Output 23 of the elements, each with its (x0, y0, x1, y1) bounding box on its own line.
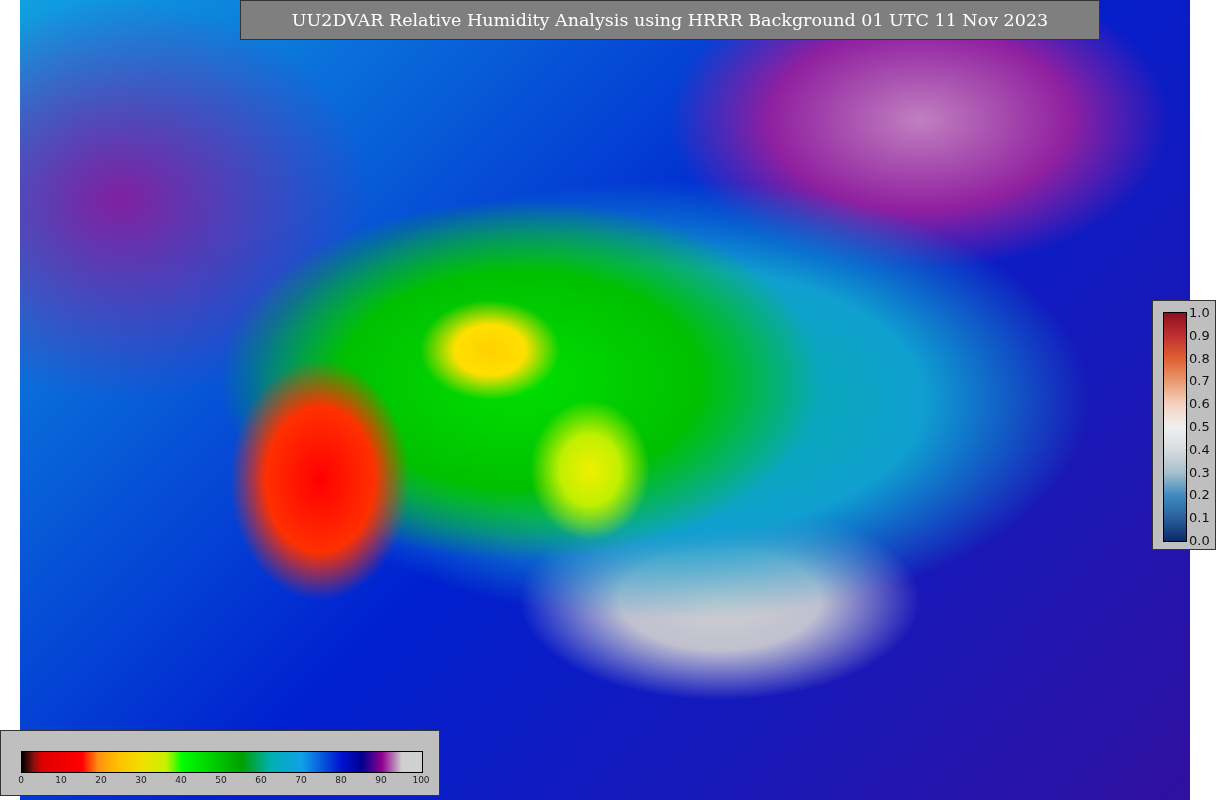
tick-label: 0.5 (1189, 418, 1210, 434)
tick-label: 60 (255, 775, 267, 785)
tick-label: 100 (412, 775, 430, 785)
tick-label: 20 (95, 775, 107, 785)
tick-label: 0.6 (1189, 395, 1210, 411)
tick-label: 0.1 (1189, 509, 1210, 525)
tick-label: 10 (55, 775, 67, 785)
tick-label: 30 (135, 775, 147, 785)
tick-label: 0.4 (1189, 441, 1210, 457)
tick-label: 0.8 (1189, 350, 1210, 366)
tick-label: 0.0 (1189, 532, 1210, 548)
tick-label: 50 (215, 775, 227, 785)
tick-label: 90 (375, 775, 387, 785)
tick-label: 0 (18, 775, 24, 785)
tick-label: 1.0 (1189, 304, 1210, 320)
tick-label: 0.7 (1189, 372, 1210, 388)
tick-label: 0.2 (1189, 486, 1210, 502)
tick-label: 0.3 (1189, 464, 1210, 480)
tick-label: 0.9 (1189, 327, 1210, 343)
tick-label: 80 (335, 775, 347, 785)
tick-label: 70 (295, 775, 307, 785)
tick-label: 40 (175, 775, 187, 785)
map-title: UU2DVAR Relative Humidity Analysis using HRRR Background 01 UTC 11 Nov 2023 (240, 0, 1100, 40)
